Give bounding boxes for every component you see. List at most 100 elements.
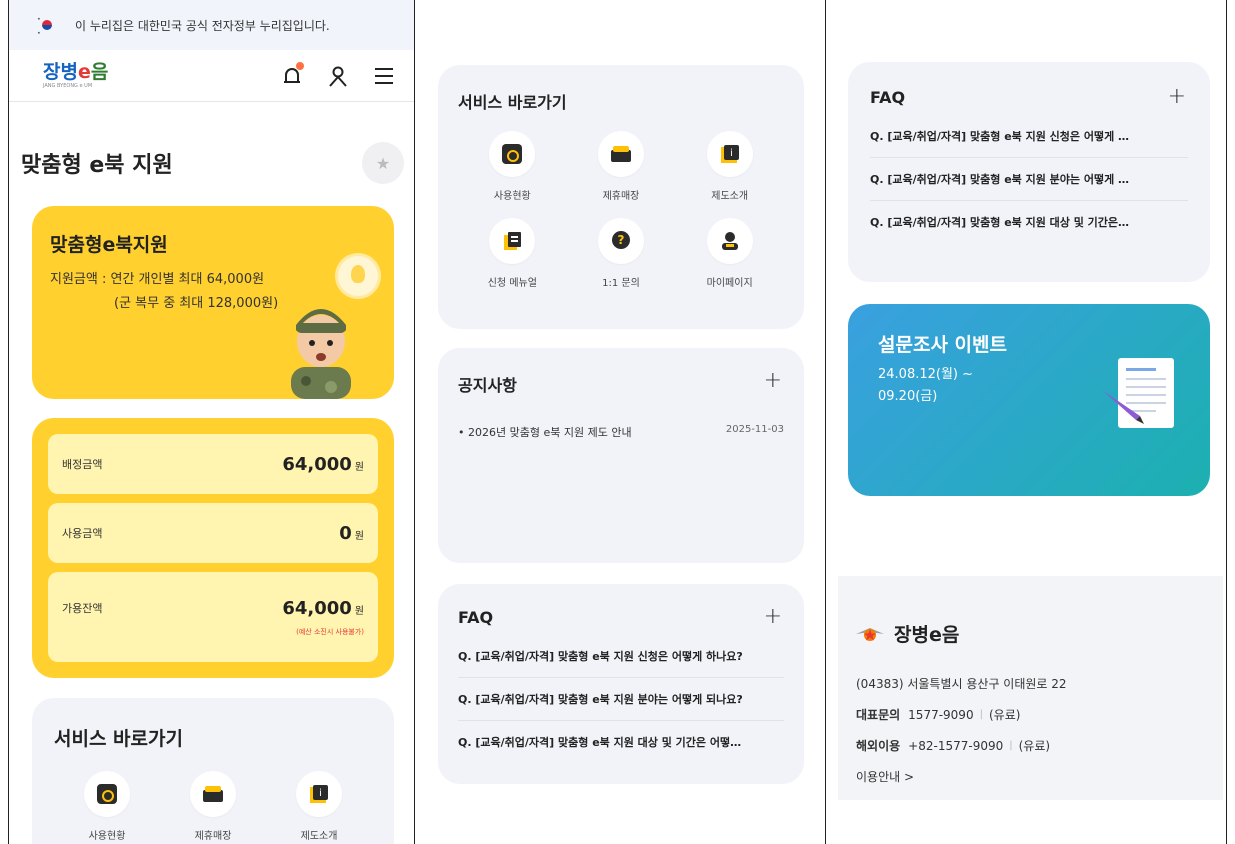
hero-title: 맞춤형e북지원	[50, 234, 168, 256]
notification-dot	[296, 61, 304, 70]
service-label: 제도소개	[300, 831, 338, 842]
service-system-intro[interactable]: i 제도소개	[274, 771, 364, 842]
soldier-illustration	[291, 309, 351, 399]
usage-guide-link[interactable]: 이용안내 >	[856, 768, 1205, 785]
taegukgi-icon	[37, 12, 57, 40]
search-doc-icon	[97, 784, 117, 804]
frame-border-right	[1226, 0, 1227, 844]
svg-text:i: i	[730, 148, 733, 159]
available-balance-value: 64,000 원	[282, 597, 364, 619]
notice-item[interactable]: • 2026년 맞춤형 e북 지원 제도 안내 2025-11-03	[458, 424, 784, 440]
service-usage-status[interactable]: 사용현황	[62, 771, 152, 842]
phone-label: 대표문의	[856, 708, 901, 722]
faq-item[interactable]: Q. [교육/취업/자격] 맞춤형 e북 지원 신청은 어떻게 하나요?	[458, 635, 784, 678]
service-partner-stores[interactable]: 제휴매장	[576, 131, 666, 202]
question-icon: ?	[611, 231, 630, 249]
faq-title: FAQ	[458, 608, 494, 627]
faq-item[interactable]: Q. [교육/취업/자격] 맞춤형 e북 지원 분야는 어떻게 …	[870, 158, 1188, 201]
user-account-icon[interactable]	[326, 64, 350, 88]
faq-more-plus-icon[interactable]: +	[764, 604, 782, 629]
faq-title: FAQ	[870, 88, 906, 107]
service-shortcuts-card-full: 서비스 바로가기 사용현황 제휴매장 i 제도소개 신청 메뉴얼 ? 1:1 문…	[438, 65, 804, 329]
service-label: 제휴매장	[602, 191, 640, 202]
service-one-to-one-inquiry[interactable]: ? 1:1 문의	[576, 218, 666, 289]
service-shortcuts-title: 서비스 바로가기	[458, 93, 567, 112]
notice-more-plus-icon[interactable]: +	[764, 368, 782, 393]
service-label: 사용현황	[493, 191, 531, 202]
store-icon	[610, 146, 631, 162]
available-balance-label: 가용잔액	[62, 602, 103, 615]
separator: |	[1009, 740, 1013, 751]
service-shortcuts-title: 서비스 바로가기	[54, 728, 183, 750]
hamburger-menu-icon[interactable]	[372, 64, 396, 88]
service-label: 1:1 문의	[602, 278, 640, 289]
survey-event-banner[interactable]: 설문조사 이벤트 24.08.12(월) ~ 09.20(금)	[848, 304, 1210, 496]
phone-fee: (유료)	[988, 708, 1021, 722]
notice-item-title: • 2026년 맞춤형 e북 지원 제도 안내	[458, 426, 632, 439]
footer-phone: 대표문의 1577-9090 | (유료)	[856, 706, 1205, 723]
allocated-amount-label: 배정금액	[62, 458, 103, 471]
user-icon	[721, 232, 738, 250]
site-logo-text: 장병e음	[43, 60, 109, 83]
footer-address: (04383) 서울특별시 용산구 이태원로 22	[856, 677, 1067, 691]
service-shortcuts-card: 서비스 바로가기 사용현황 제휴매장 i 제도소개	[32, 698, 394, 844]
faq-item[interactable]: Q. [교육/취업/자격] 맞춤형 e북 지원 대상 및 기간은 어떻…	[458, 721, 784, 763]
app-header: 장병e음 JANG BYEONG e UM	[9, 50, 414, 102]
notice-card: 공지사항 + • 2026년 맞춤형 e북 지원 제도 안내 2025-11-0…	[438, 348, 804, 563]
used-amount-row: 사용금액 0원	[48, 503, 378, 563]
event-title: 설문조사 이벤트	[878, 334, 1007, 356]
notification-bell-icon[interactable]	[280, 61, 304, 88]
overseas-label: 해외이용	[856, 739, 901, 753]
used-amount-value: 0원	[339, 522, 364, 544]
footer-logo: 장병e음	[856, 620, 1205, 647]
site-logo-subtext: JANG BYEONG e UM	[43, 82, 93, 89]
hero-amount-line: 지원금액 : 연간 개인별 최대 64,000원	[50, 272, 265, 287]
info-book-icon: i	[310, 785, 328, 803]
budget-summary-card: 배정금액 64,000 원 사용금액 0원 가용잔액 64,000 원 (예산 소진…	[32, 418, 394, 678]
footer-overseas-phone: 해외이용 +82-1577-9090 | (유료)	[856, 737, 1205, 754]
ministry-emblem-icon	[856, 627, 884, 641]
page-title: 맞춤형 e북 지원	[21, 153, 173, 178]
allocated-amount-row: 배정금액 64,000 원	[48, 434, 378, 494]
allocated-amount-value: 64,000 원	[282, 453, 364, 475]
manual-icon	[504, 232, 522, 250]
screen-panel-1: 이 누리집은 대한민국 공식 전자정부 누리집입니다. 장병e음 JANG BY…	[9, 0, 414, 844]
service-partner-stores[interactable]: 제휴매장	[168, 771, 258, 842]
notice-title: 공지사항	[458, 376, 517, 395]
service-label: 신청 메뉴얼	[487, 278, 537, 289]
faq-card: FAQ + Q. [교육/취업/자격] 맞춤형 e북 지원 신청은 어떻게 … …	[848, 62, 1210, 282]
document-pen-icon	[1102, 358, 1174, 428]
service-system-intro[interactable]: i 제도소개	[685, 131, 775, 202]
notice-item-date: 2025-11-03	[725, 424, 784, 435]
star-icon: ★	[375, 153, 391, 173]
service-label: 마이페이지	[706, 278, 753, 289]
faq-item[interactable]: Q. [교육/취업/자격] 맞춤형 e북 지원 신청은 어떻게 …	[870, 115, 1188, 158]
budget-exhausted-note: (예산 소진시 사용불가)	[296, 627, 364, 636]
service-label: 사용현황	[88, 831, 126, 842]
store-icon	[203, 786, 223, 802]
site-footer: 장병e음 (04383) 서울특별시 용산구 이태원로 22 대표문의 1577…	[838, 576, 1223, 800]
info-book-icon: i	[720, 145, 739, 163]
search-doc-icon	[502, 144, 523, 164]
faq-item[interactable]: Q. [교육/취업/자격] 맞춤형 e북 지원 대상 및 기간은…	[870, 201, 1188, 243]
site-logo[interactable]: 장병e음 JANG BYEONG e UM	[43, 60, 109, 89]
screen-panel-2: 서비스 바로가기 사용현황 제휴매장 i 제도소개 신청 메뉴얼 ? 1:1 문…	[415, 0, 825, 844]
phone-number[interactable]: 1577-9090	[908, 708, 973, 722]
gov-banner-text: 이 누리집은 대한민국 공식 전자정부 누리집입니다.	[75, 18, 330, 33]
faq-more-plus-icon[interactable]: +	[1168, 84, 1186, 109]
svg-text:?: ?	[618, 233, 625, 247]
hero-amount-line-2: (군 복무 중 최대 128,000원)	[114, 296, 279, 311]
faq-item[interactable]: Q. [교육/취업/자격] 맞춤형 e북 지원 분야는 어떻게 되나요?	[458, 678, 784, 721]
footer-logo-text: 장병e음	[894, 624, 960, 646]
overseas-number[interactable]: +82-1577-9090	[908, 739, 1003, 753]
event-date: 24.08.12(월) ~ 09.20(금)	[878, 367, 974, 404]
faq-card: FAQ + Q. [교육/취업/자격] 맞춤형 e북 지원 신청은 어떻게 하나…	[438, 584, 804, 784]
overseas-fee: (유료)	[1018, 739, 1051, 753]
favorite-star-button[interactable]: ★	[362, 142, 404, 184]
service-usage-status[interactable]: 사용현황	[467, 131, 557, 202]
service-application-manual[interactable]: 신청 메뉴얼	[467, 218, 557, 289]
service-my-page[interactable]: 마이페이지	[685, 218, 775, 289]
service-label: 제도소개	[711, 191, 749, 202]
separator: |	[979, 709, 983, 720]
gov-banner: 이 누리집은 대한민국 공식 전자정부 누리집입니다.	[9, 0, 414, 50]
